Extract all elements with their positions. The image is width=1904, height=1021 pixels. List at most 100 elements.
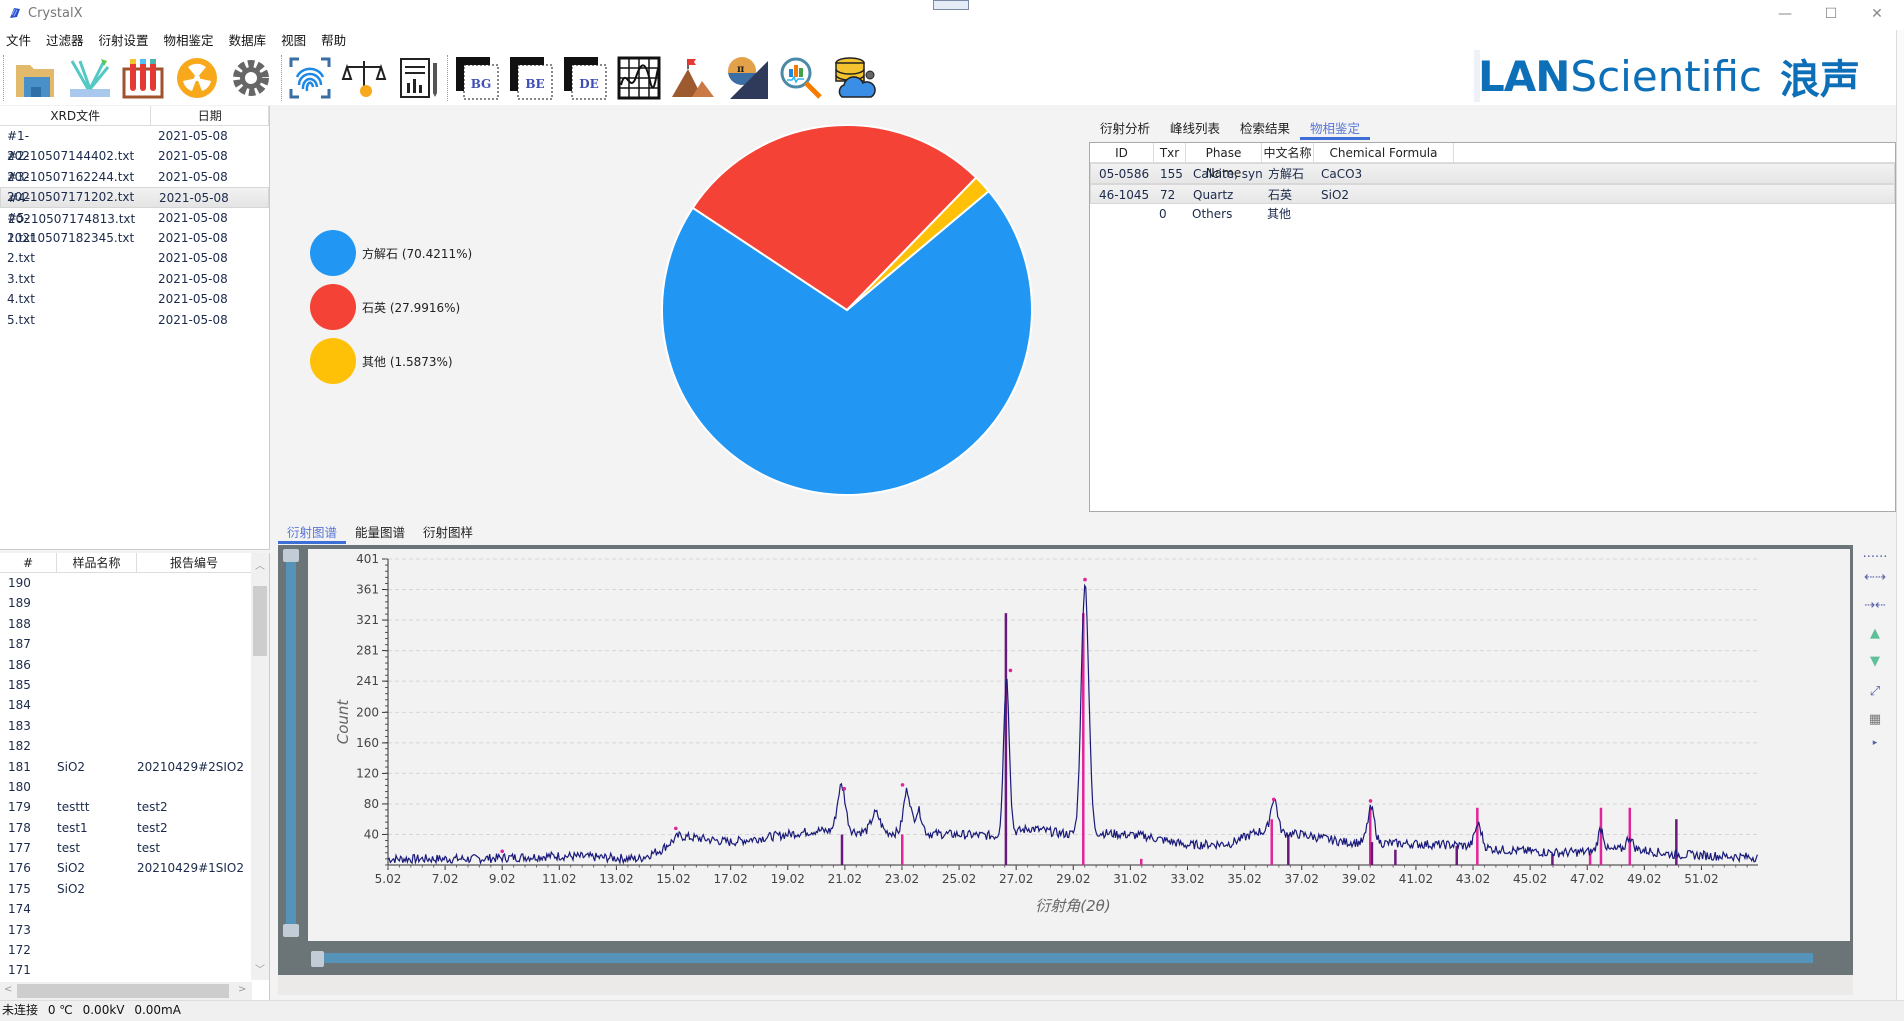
sample-list-row[interactable]: 182 xyxy=(0,736,269,756)
sample-list-row[interactable]: 173 xyxy=(0,920,269,940)
menu-phase-identification[interactable]: 物相鉴定 xyxy=(164,30,214,49)
scroll-up-icon[interactable]: ︿ xyxy=(255,557,265,572)
file-list-row[interactable]: #5-20210507182345.txt 2021-05-08 xyxy=(0,208,269,245)
xray-source-button[interactable] xyxy=(172,53,222,103)
file-list-row[interactable]: 5.txt 2021-05-08 xyxy=(0,310,269,330)
minimize-button[interactable]: — xyxy=(1762,0,1808,28)
fingerprint-button[interactable] xyxy=(285,53,335,103)
expand-vertical-icon[interactable]: ▲ xyxy=(1858,621,1892,645)
tab-search-results[interactable]: 检索结果 xyxy=(1230,114,1300,140)
maximize-button[interactable]: ☐ xyxy=(1808,0,1854,28)
file-list-row[interactable]: 2.txt 2021-05-08 xyxy=(0,248,269,268)
tab-diffraction-pattern[interactable]: 衍射图样 xyxy=(414,518,482,544)
file-list-row[interactable]: 4.txt 2021-05-08 xyxy=(0,289,269,309)
background-subtract-button[interactable]: BG xyxy=(452,53,502,103)
menu-file[interactable]: 文件 xyxy=(6,30,31,49)
sample-list-row[interactable]: 189 xyxy=(0,593,269,613)
sample-list-row[interactable]: 176 SiO2 20210429#1SIO2 xyxy=(0,858,269,878)
tab-diffraction-analysis[interactable]: 衍射分析 xyxy=(1090,114,1160,140)
column-header-sample-name[interactable]: 样品名称 xyxy=(57,553,137,572)
column-header-report-number[interactable]: 报告编号 xyxy=(137,553,252,572)
column-header-chemical-formula[interactable]: Chemical Formula xyxy=(1314,143,1454,162)
phase-table-row[interactable]: 46-1045 72 Quartz 石英 SiO2 xyxy=(1090,183,1895,204)
tab-energy-spectrum[interactable]: 能量图谱 xyxy=(346,518,414,544)
open-file-button[interactable] xyxy=(10,53,60,103)
sample-list-row[interactable]: 187 xyxy=(0,634,269,654)
sample-list-row[interactable]: 183 xyxy=(0,716,269,736)
expand-horizontal-icon[interactable]: ⇠⇢ xyxy=(1858,565,1892,589)
file-list-row[interactable]: #2-20210507162244.txt 2021-05-08 xyxy=(0,146,269,183)
calculation-button[interactable]: π xyxy=(722,53,772,103)
grid-toggle-icon[interactable]: ▦ xyxy=(1858,707,1892,731)
sample-list-row[interactable]: 178 test1 test2 xyxy=(0,818,269,838)
column-header-number[interactable]: # xyxy=(0,553,57,572)
column-header-chinese-name[interactable]: 中文名称 xyxy=(1262,143,1314,162)
settings-button[interactable] xyxy=(226,53,276,103)
scroll-right-icon[interactable]: ▸ xyxy=(1858,731,1892,755)
sample-list-row[interactable]: 184 xyxy=(0,695,269,715)
file-list-row[interactable]: 3.txt 2021-05-08 xyxy=(0,269,269,289)
sample-list-row[interactable]: 172 xyxy=(0,940,269,960)
peak-search-button[interactable] xyxy=(668,53,718,103)
vertical-scroll-thumb[interactable] xyxy=(253,586,267,656)
horizontal-slider-left-handle[interactable] xyxy=(311,951,324,967)
balance-button[interactable] xyxy=(339,53,389,103)
xrd-line-chart[interactable]: 40 80 120 160 200 241 281 321 361 401 5.02 7.02 9.02… xyxy=(308,549,1850,941)
database-button[interactable] xyxy=(830,53,880,103)
window-right-edge-scrollbar[interactable] xyxy=(1896,30,1904,1000)
menu-view[interactable]: 视图 xyxy=(281,30,306,49)
vertical-zoom-slider[interactable] xyxy=(283,549,299,937)
menu-diffraction-settings[interactable]: 衍射设置 xyxy=(99,30,149,49)
sample-list-row[interactable]: 186 xyxy=(0,655,269,675)
tab-phase-identification[interactable]: 物相鉴定 xyxy=(1300,114,1371,140)
shrink-horizontal-icon[interactable]: ⇢⇠ xyxy=(1858,593,1892,617)
diffraction-button[interactable] xyxy=(64,53,114,103)
sample-list-row[interactable]: 188 xyxy=(0,614,269,634)
sample-list-row[interactable]: 185 xyxy=(0,675,269,695)
close-button[interactable]: ✕ xyxy=(1854,0,1900,28)
column-header-xrd-file[interactable]: XRD文件 xyxy=(0,106,152,125)
file-list-row[interactable]: 1.txt 2021-05-08 xyxy=(0,228,269,248)
fit-view-icon[interactable]: ⤢ xyxy=(1858,679,1892,703)
phase-table-row[interactable]: 05-0586 155 Calcite, syn 方解石 CaCO3 xyxy=(1090,163,1895,184)
menu-database[interactable]: 数据库 xyxy=(229,30,267,49)
file-list-row[interactable]: #1-20210507144402.txt 2021-05-08 xyxy=(0,126,269,163)
menu-help[interactable]: 帮助 xyxy=(321,30,346,49)
file-list-row[interactable]: #4-20210507174813.txt 2021-05-08 xyxy=(0,187,269,226)
tab-diffraction-spectrum[interactable]: 衍射图谱 xyxy=(278,518,347,544)
report-button[interactable] xyxy=(393,53,443,103)
vertical-slider-top-handle[interactable] xyxy=(283,549,299,562)
sample-list-row[interactable]: 175 SiO2 xyxy=(0,879,269,899)
scroll-left-icon[interactable]: < xyxy=(4,984,12,995)
file-list-row[interactable]: #3-20210507171202.txt 2021-05-08 xyxy=(0,167,269,204)
shrink-vertical-icon[interactable]: ▼ xyxy=(1858,649,1892,673)
column-header-date[interactable]: 日期 xyxy=(151,106,269,125)
sample-list-horizontal-scrollbar[interactable]: < > xyxy=(0,982,252,1000)
sample-list-row[interactable]: 174 xyxy=(0,899,269,919)
sample-tubes-button[interactable] xyxy=(118,53,168,103)
scroll-down-icon[interactable]: ﹀ xyxy=(255,961,265,976)
vertical-slider-bottom-handle[interactable] xyxy=(283,924,299,937)
toolbar-grip[interactable] xyxy=(3,55,4,101)
tab-peak-list[interactable]: 峰线列表 xyxy=(1160,114,1230,140)
baseline-button[interactable]: BE xyxy=(506,53,556,103)
horizontal-scroll-thumb[interactable] xyxy=(17,984,229,998)
column-header-phase-name[interactable]: Phase Name xyxy=(1186,143,1262,180)
window-drag-handle[interactable] xyxy=(933,0,969,10)
sample-list-vertical-scrollbar[interactable]: ︿ ﹀ xyxy=(251,553,269,980)
horizontal-zoom-slider[interactable] xyxy=(311,951,1813,967)
phase-table-row[interactable]: 0 Others 其他 xyxy=(1090,204,1895,225)
sample-list-row[interactable]: 179 testtt test2 xyxy=(0,797,269,817)
sample-list-row[interactable]: 190 xyxy=(0,573,269,593)
column-header-txr[interactable]: Txr xyxy=(1154,143,1186,162)
column-header-id[interactable]: ID xyxy=(1090,143,1154,162)
menu-filter[interactable]: 过滤器 xyxy=(46,30,84,49)
sample-list-row[interactable]: 171 xyxy=(0,960,269,980)
analysis-search-button[interactable] xyxy=(776,53,826,103)
de-button[interactable]: DE xyxy=(560,53,610,103)
sample-list-row[interactable]: 180 xyxy=(0,777,269,797)
spectrum-button[interactable] xyxy=(614,53,664,103)
sample-list-row[interactable]: 181 SiO2 20210429#2SIO2 xyxy=(0,757,269,777)
scroll-right-icon[interactable]: > xyxy=(238,984,246,995)
sample-list-row[interactable]: 177 test test xyxy=(0,838,269,858)
